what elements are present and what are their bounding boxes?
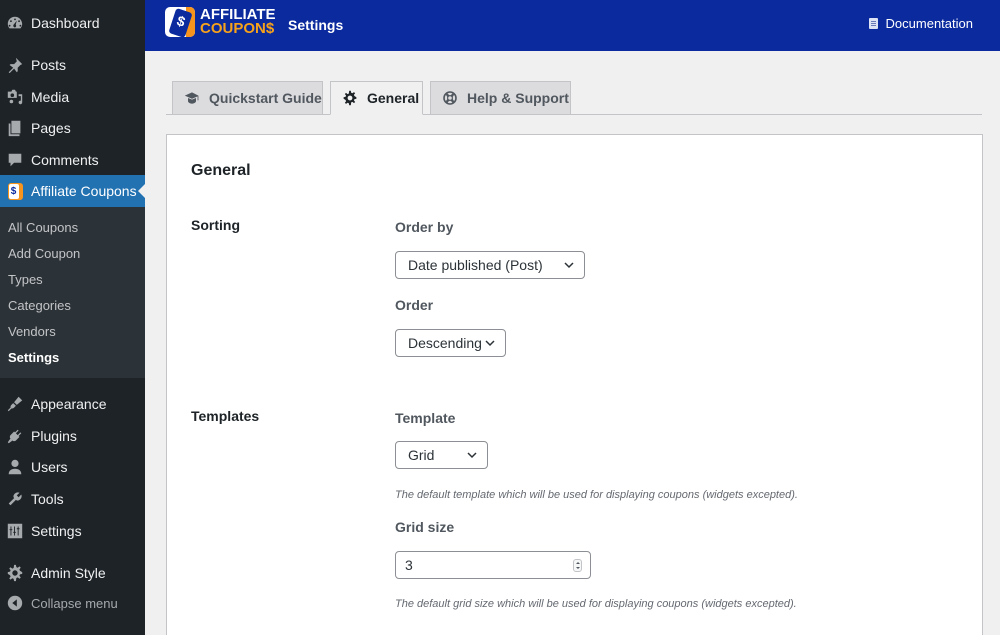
menu-label: Plugins [31,428,77,444]
grid-size-description: The default grid size which will be used… [395,598,797,610]
submenu-affiliate-coupons: All Coupons Add Coupon Types Categories … [0,207,145,378]
menu-label: Settings [31,523,82,539]
menu-item-affiliate-coupons[interactable]: $ Affiliate Coupons [0,175,145,207]
submenu-item-types[interactable]: Types [8,272,43,287]
menu-item-settings[interactable]: Settings [0,515,145,547]
menu-item-pages[interactable]: Pages [0,112,145,144]
menu-item-appearance[interactable]: Appearance [0,388,145,420]
affiliate-coupons-logo: $ AFFILIATE COUPON$ [165,7,276,37]
menu-item-admin-style[interactable]: Admin Style [0,557,145,589]
document-icon [868,18,878,29]
menu-item-comments[interactable]: Comments [0,144,145,176]
menu-label: Admin Style [31,565,106,581]
submenu-item-vendors[interactable]: Vendors [8,324,56,339]
grid-size-value: 3 [405,557,413,573]
sorting-label: Sorting [191,217,240,233]
documentation-link[interactable]: Documentation [868,16,973,31]
order-by-label: Order by [395,219,454,235]
user-icon [0,458,30,476]
menu-label: Media [31,89,70,105]
template-label: Template [395,410,456,426]
section-title: General [191,162,251,179]
chevron-down-icon [467,452,477,459]
chevron-down-icon [485,340,495,347]
menu-label: Dashboard [31,15,100,31]
menu-label: Affiliate Coupons [31,183,137,199]
tab-help-support[interactable]: Help & Support [430,81,571,115]
template-description: The default template which will be used … [395,489,798,501]
submenu-item-categories[interactable]: Categories [8,298,71,313]
collapse-arrow-icon [0,594,30,612]
tab-quickstart-guide[interactable]: Quickstart Guide [172,81,323,115]
graduation-cap-icon [184,90,200,106]
tab-label: General [367,90,420,106]
order-value: Descending [408,335,482,351]
menu-label: Pages [31,120,71,136]
number-spinner[interactable] [573,559,582,572]
menu-item-users[interactable]: Users [0,451,145,483]
settings-card: General Sorting Order by Date published … [166,134,983,635]
order-by-value: Date published (Post) [408,257,543,273]
gear-icon [0,564,30,582]
brush-icon [0,395,30,413]
menu-label: Appearance [31,396,107,412]
templates-label: Templates [191,408,260,424]
collapse-menu-button[interactable]: Collapse menu [0,587,145,619]
template-select[interactable]: Grid [395,441,488,469]
menu-item-dashboard[interactable]: Dashboard [0,7,145,39]
menu-label: Posts [31,57,67,73]
pages-icon [0,119,30,137]
submenu-item-all-coupons[interactable]: All Coupons [8,220,78,235]
lifebuoy-icon [442,90,458,106]
menu-item-tools[interactable]: Tools [0,483,145,515]
sliders-icon [0,522,30,540]
menu-item-plugins[interactable]: Plugins [0,420,145,452]
menu-item-posts[interactable]: Posts [0,49,145,81]
menu-label: Comments [31,152,99,168]
order-select[interactable]: Descending [395,329,506,357]
submenu-item-settings[interactable]: Settings [8,350,59,365]
page-title: Settings [288,17,344,33]
logo-line2: COUPON$ [200,20,275,37]
media-icon [0,88,30,106]
menu-item-media[interactable]: Media [0,81,145,113]
menu-label: Users [31,459,68,475]
order-label: Order [395,297,434,313]
pin-icon [0,56,30,74]
menu-label: Tools [31,491,64,507]
admin-sidebar: Dashboard Posts Media Pages Comments $ A… [0,0,145,635]
collapse-label: Collapse menu [31,595,118,611]
grid-size-label: Grid size [395,519,455,535]
dashboard-icon [0,14,30,32]
documentation-label: Documentation [885,16,973,31]
tab-label: Quickstart Guide [209,90,322,106]
chevron-down-icon [564,262,574,269]
plugin-icon [0,427,30,445]
gear-icon [342,90,358,106]
submenu-item-add-coupon[interactable]: Add Coupon [8,246,80,261]
template-value: Grid [408,447,435,463]
logo-tag-icon: $ [165,7,195,37]
grid-size-input[interactable]: 3 [395,551,591,579]
wrench-icon [0,490,30,508]
coupon-icon: $ [0,182,30,200]
order-by-select[interactable]: Date published (Post) [395,251,585,279]
plugin-header: $ AFFILIATE COUPON$ Settings Documentati… [145,0,1000,51]
tab-label: Help & Support [467,90,569,106]
tab-general[interactable]: General [330,81,423,115]
comment-icon [0,151,30,169]
